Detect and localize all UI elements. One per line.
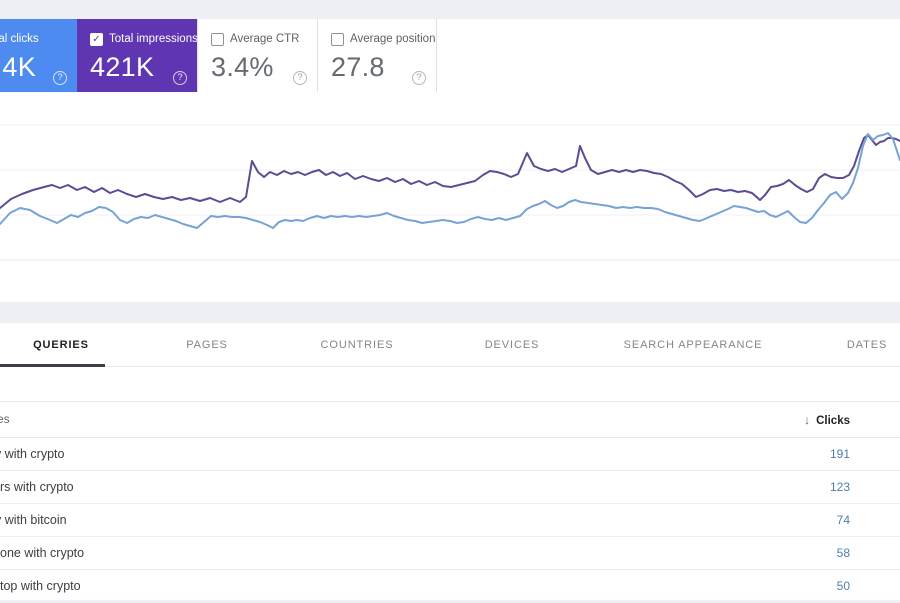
checkbox-checked-icon[interactable]: ✓	[90, 32, 103, 46]
metric-card-total-clicks[interactable]: ✓ Total clicks 14.4K ?	[0, 19, 77, 92]
table-body: y with crypto 191 rs with crypto 123 y with …	[0, 438, 900, 603]
tab-devices[interactable]: DEVICES	[485, 339, 540, 351]
column-header-clicks-sortable[interactable]: ↓ Clicks	[804, 413, 900, 427]
query-cell: top with crypto	[0, 579, 81, 593]
tab-queries[interactable]: QUERIES	[33, 339, 89, 351]
query-cell: one with crypto	[0, 546, 85, 560]
metric-label: Total clicks	[0, 33, 39, 45]
sort-descending-icon: ↓	[804, 412, 811, 427]
metric-label: Average CTR	[230, 33, 300, 45]
table-row[interactable]: rs with crypto 123	[0, 471, 900, 504]
table-row[interactable]: y with crypto 191	[0, 438, 900, 471]
clicks-value: 123	[829, 480, 850, 494]
tab-search-appearance[interactable]: SEARCH APPEARANCE	[624, 339, 763, 351]
clicks-value: 58	[836, 546, 850, 560]
table-toolbar-space	[0, 367, 900, 401]
series-line-total-clicks	[0, 132, 900, 229]
metric-card-average-ctr[interactable]: Average CTR 3.4% ?	[197, 19, 317, 92]
help-icon[interactable]: ?	[412, 71, 426, 85]
checkbox-unchecked-icon[interactable]	[331, 32, 344, 46]
tab-countries[interactable]: COUNTRIES	[321, 339, 394, 351]
active-tab-underline	[0, 364, 105, 367]
help-icon[interactable]: ?	[293, 71, 307, 85]
checkbox-unchecked-icon[interactable]	[211, 32, 224, 46]
clicks-value: 74	[836, 513, 850, 527]
performance-panel: ✓ Total clicks 14.4K ? ✓ Total impressio…	[0, 19, 900, 302]
query-cell: rs with crypto	[0, 480, 74, 494]
table-row[interactable]: one with crypto 58	[0, 537, 900, 570]
dimensions-table-panel: QUERIES PAGES COUNTRIES DEVICES SEARCH APPEA…	[0, 323, 900, 603]
metric-label: Total impressions	[109, 33, 198, 45]
help-icon[interactable]: ?	[173, 71, 187, 85]
cards-row-empty-space	[437, 19, 900, 92]
tab-dates[interactable]: DATES	[847, 339, 887, 351]
tab-pages[interactable]: PAGES	[186, 339, 228, 351]
column-header-top-queries: Top queries	[0, 413, 10, 426]
clicks-value: 50	[836, 579, 850, 593]
query-cell: y with bitcoin	[0, 513, 67, 527]
metric-label: Average position	[350, 33, 436, 45]
performance-line-chart	[0, 124, 900, 261]
help-icon[interactable]: ?	[53, 71, 67, 85]
clicks-value: 191	[829, 447, 850, 461]
table-row[interactable]: top with crypto 50	[0, 570, 900, 603]
metric-card-total-impressions[interactable]: ✓ Total impressions 421K ?	[77, 19, 198, 92]
metric-card-average-position[interactable]: Average position 27.8 ?	[317, 19, 437, 92]
query-cell: y with crypto	[0, 447, 65, 461]
metric-cards-row: ✓ Total clicks 14.4K ? ✓ Total impressio…	[0, 19, 900, 92]
table-row[interactable]: y with bitcoin 74	[0, 504, 900, 537]
table-header-row: Top queries ↓Clicks	[0, 401, 900, 438]
series-line-total-impressions	[0, 134, 900, 209]
dimension-tabs: QUERIES PAGES COUNTRIES DEVICES SEARCH APPEA…	[0, 323, 900, 367]
